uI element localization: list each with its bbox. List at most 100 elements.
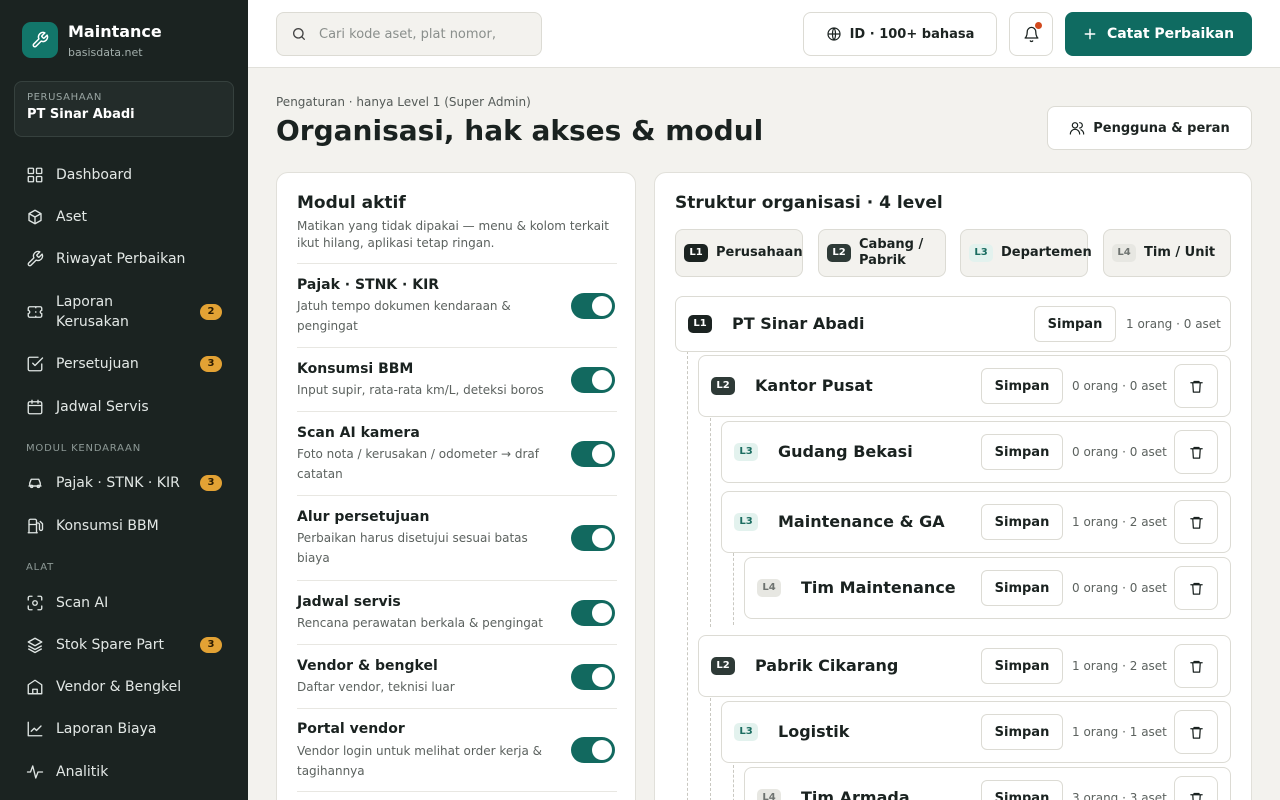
globe-icon	[826, 27, 841, 41]
check-square-icon	[27, 356, 44, 372]
trash-icon	[1189, 726, 1203, 739]
save-button[interactable]: Simpan	[1034, 306, 1116, 342]
delete-button[interactable]	[1174, 710, 1218, 754]
sidebar-item-laporan-kerusakan[interactable]: Laporan Kerusakan 2	[14, 292, 234, 332]
sidebar-item-label: Dashboard	[56, 167, 132, 183]
module-name: Pajak · STNK · KIR	[297, 277, 440, 293]
sidebar-item-pajak-stnk-kir[interactable]: Pajak · STNK · KIR 3	[14, 473, 234, 493]
sidebar-item-label: Laporan Kerusakan	[56, 294, 129, 330]
sidebar-item-riwayat-perbaikan[interactable]: Riwayat Perbaikan	[14, 249, 234, 269]
trash-icon	[1189, 792, 1203, 800]
tree-guide	[733, 765, 734, 800]
org-node-name: Logistik	[778, 722, 850, 741]
module-toggle[interactable]	[571, 367, 615, 393]
topbar: ID · 100+ bahasa Catat Perbaikan	[248, 0, 1280, 68]
module-toggle[interactable]	[571, 441, 615, 467]
modules-title: Modul aktif	[297, 193, 406, 213]
sidebar: Maintance basisdata.net PERUSAHAAN PT Si…	[0, 0, 248, 800]
sidebar-badge: 2	[200, 304, 222, 320]
language-button[interactable]: ID · 100+ bahasa	[803, 12, 997, 56]
sidebar-item-jadwal-servis[interactable]: Jadwal Servis	[14, 397, 234, 417]
org-node-count: 0 orang · 0 aset	[1072, 379, 1167, 393]
sidebar-item-label: Konsumsi BBM	[56, 518, 159, 534]
level-chip-cabang: L2 Cabang / Pabrik	[818, 229, 946, 277]
trash-icon	[1189, 582, 1203, 595]
grid-icon	[27, 167, 43, 183]
search-icon	[293, 28, 305, 40]
level-name: Cabang / Pabrik	[859, 237, 924, 268]
module-toggle[interactable]	[571, 293, 615, 319]
save-button[interactable]: Simpan	[981, 570, 1063, 606]
breadcrumb: Pengaturan · hanya Level 1 (Super Admin)	[276, 95, 531, 109]
org-node-count: 0 orang · 0 aset	[1072, 445, 1167, 459]
notification-dot	[1035, 22, 1042, 29]
org-node-name: Kantor Pusat	[755, 376, 873, 395]
module-toggle[interactable]	[571, 600, 615, 626]
module-description: Foto nota / kerusakan / odometer → draf …	[297, 447, 539, 481]
company-switcher[interactable]: PERUSAHAAN PT Sinar Abadi	[14, 81, 234, 137]
org-node-name: PT Sinar Abadi	[732, 314, 865, 333]
save-button[interactable]: Simpan	[981, 434, 1063, 470]
module-row: Scan AI kamera Foto nota / kerusakan / o…	[297, 411, 617, 495]
sidebar-item-label: Stok Spare Part	[56, 637, 165, 653]
users-roles-button[interactable]: Pengguna & peran	[1047, 106, 1252, 150]
sidebar-item-laporan-biaya[interactable]: Laporan Biaya	[14, 719, 234, 739]
delete-button[interactable]	[1174, 430, 1218, 474]
delete-button[interactable]	[1174, 644, 1218, 688]
car-icon	[28, 478, 42, 489]
level-badge: L3	[734, 513, 758, 531]
brand-name: Maintance	[68, 22, 162, 41]
sidebar-item-stok-spare-part[interactable]: Stok Spare Part 3	[14, 635, 234, 655]
org-node: L4 Tim Armada Simpan 3 orang · 3 aset	[744, 767, 1231, 800]
module-toggle[interactable]	[571, 737, 615, 763]
module-name: Portal vendor	[297, 721, 405, 737]
sidebar-item-dashboard[interactable]: Dashboard	[14, 165, 234, 185]
org-node: L3 Maintenance & GA Simpan 1 orang · 2 a…	[721, 491, 1231, 553]
delete-button[interactable]	[1174, 500, 1218, 544]
save-button[interactable]: Simpan	[981, 368, 1063, 404]
org-node-name: Pabrik Cikarang	[755, 656, 899, 675]
sidebar-badge: 3	[200, 637, 222, 653]
catat-perbaikan-label: Catat Perbaikan	[1106, 26, 1235, 42]
box-icon	[28, 209, 42, 225]
save-button[interactable]: Simpan	[981, 714, 1063, 750]
search-input[interactable]	[319, 26, 519, 42]
module-description: Input supir, rata-rata km/L, deteksi bor…	[297, 383, 544, 397]
trash-icon	[1189, 516, 1203, 529]
module-description: Perbaikan harus disetujui sesuai batas b…	[297, 531, 528, 565]
level-name: Departemen	[1001, 245, 1092, 260]
sidebar-item-analitik[interactable]: Analitik	[14, 762, 234, 782]
notifications-button[interactable]	[1009, 12, 1053, 56]
sidebar-item-label: Persetujuan	[56, 356, 139, 372]
level-badge: L2	[827, 244, 851, 262]
level-badge: L2	[711, 377, 735, 395]
level-badge: L4	[1112, 244, 1136, 262]
sidebar-item-scan-ai[interactable]: Scan AI	[14, 593, 234, 613]
save-button[interactable]: Simpan	[981, 648, 1063, 684]
module-description: Jatuh tempo dokumen kendaraan & penginga…	[297, 299, 511, 333]
delete-button[interactable]	[1174, 364, 1218, 408]
delete-button[interactable]	[1174, 566, 1218, 610]
module-toggle[interactable]	[571, 525, 615, 551]
save-button[interactable]: Simpan	[981, 780, 1063, 800]
module-toggle[interactable]	[571, 664, 615, 690]
sidebar-item-aset[interactable]: Aset	[14, 207, 234, 227]
brand[interactable]: Maintance basisdata.net	[22, 22, 162, 59]
fuel-icon	[27, 518, 44, 534]
tree-guide	[687, 351, 688, 800]
activity-icon	[26, 765, 44, 779]
org-node-name: Maintenance & GA	[778, 512, 945, 531]
sidebar-item-konsumsi-bbm[interactable]: Konsumsi BBM	[14, 516, 234, 536]
sidebar-item-persetujuan[interactable]: Persetujuan 3	[14, 354, 234, 374]
sidebar-badge: 3	[200, 475, 222, 491]
page-title: Organisasi, hak akses & modul	[276, 114, 764, 147]
sidebar-item-vendor-bengkel[interactable]: Vendor & Bengkel	[14, 677, 234, 697]
delete-button[interactable]	[1174, 776, 1218, 800]
modules-description: Matikan yang tidak dipakai — menu & kolo…	[297, 219, 609, 250]
module-name: Scan AI kamera	[297, 425, 420, 441]
search-box[interactable]	[276, 12, 542, 56]
save-button[interactable]: Simpan	[981, 504, 1063, 540]
catat-perbaikan-button[interactable]: Catat Perbaikan	[1065, 12, 1252, 56]
modules-card: Modul aktif Matikan yang tidak dipakai —…	[276, 172, 636, 800]
org-structure-card: Struktur organisasi · 4 level L1 Perusah…	[654, 172, 1252, 800]
